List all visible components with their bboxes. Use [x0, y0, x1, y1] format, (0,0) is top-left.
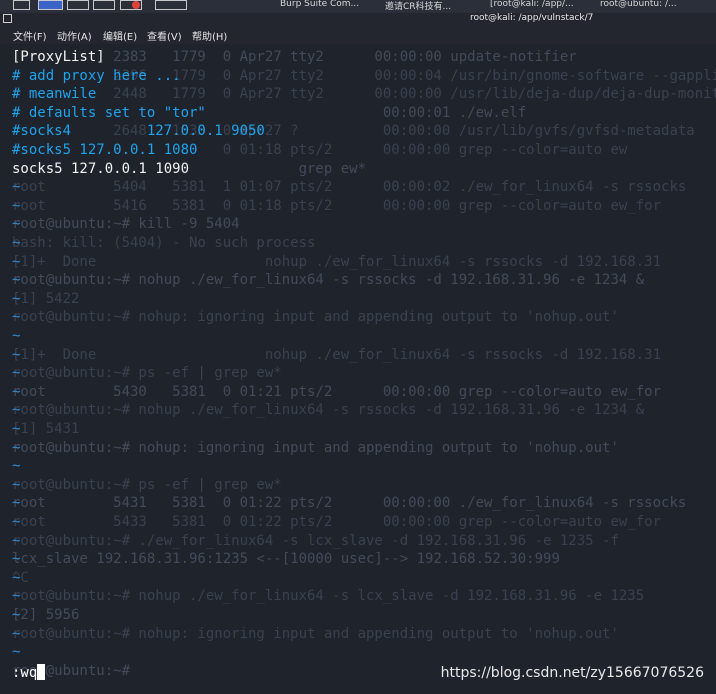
menu-bar: 文件(F) 动作(A) 编辑(E) 查看(V) 帮助(H)	[0, 26, 716, 44]
background-output-line: [1] 5422	[12, 290, 80, 307]
launcher-icon[interactable]	[13, 0, 30, 10]
taskbar-item-ubuntu-terminal[interactable]: root@ubuntu: /...	[600, 0, 677, 9]
editor-line: # defaults set to "tor"	[12, 104, 206, 121]
record-icon	[132, 1, 140, 9]
menu-action[interactable]: 动作(A)	[57, 28, 92, 43]
background-output-line: 2448 1779 0 Apr27 tty2 00:00:00 /usr/lib…	[12, 86, 716, 103]
taskbar-item-kali-terminal[interactable]: [root@kali: /app/...	[490, 0, 574, 9]
empty-line-tilde: ~	[12, 290, 21, 307]
empty-line-tilde: ~	[12, 458, 21, 475]
background-output-line: [1]+ Done nohup ./ew_for_linux64 -s rsso…	[12, 346, 662, 363]
empty-line-tilde: ~	[12, 179, 21, 196]
text-cursor	[37, 664, 46, 680]
empty-line-tilde: ~	[12, 421, 21, 437]
empty-line-tilde: ~	[12, 569, 21, 586]
window-menu-icon[interactable]	[3, 14, 12, 23]
system-taskbar: Burp Suite Com... 邀请CR科技有... [root@kali:…	[0, 0, 716, 13]
empty-line-tilde: ~	[12, 588, 21, 605]
empty-line-tilde: ~	[12, 514, 21, 530]
empty-line-tilde: ~	[12, 476, 21, 493]
editor-line: socks5 127.0.0.1 1090	[12, 160, 190, 177]
background-output-line: root@ubuntu:~# ps -ef | grep ew*	[12, 476, 282, 493]
menu-view[interactable]: 查看(V)	[147, 28, 182, 43]
background-output-line: root@ubuntu:~# nohup: ignoring input and…	[12, 625, 619, 642]
empty-line-tilde: ~	[12, 235, 21, 251]
empty-line-tilde: ~	[12, 644, 21, 661]
taskbar-item-browser[interactable]: 邀请CR科技有...	[385, 0, 451, 12]
background-output-line: root 5404 5381 1 01:07 pts/2 00:00:02 ./…	[12, 179, 687, 196]
empty-line-tilde: ~	[12, 216, 21, 233]
taskbar-item-burp[interactable]: Burp Suite Com...	[280, 0, 359, 9]
background-output-line: root@ubuntu:~# nohup ./ew_for_linux64 -s…	[12, 588, 645, 605]
empty-line-tilde: ~	[12, 309, 21, 326]
empty-line-tilde: ~	[12, 365, 21, 382]
empty-line-tilde: ~	[12, 495, 21, 512]
empty-line-tilde: ~	[12, 532, 21, 549]
editor-line: # add proxy here ...	[12, 67, 181, 84]
empty-line-tilde: ~	[12, 253, 21, 270]
empty-line-tilde: ~	[12, 625, 21, 642]
background-output-line: root@ubuntu:~# nohup: ignoring input and…	[12, 309, 619, 326]
terminal-app-icon[interactable]	[155, 0, 187, 10]
menu-help[interactable]: 帮助(H)	[192, 28, 227, 43]
taskbar-app-icon[interactable]	[93, 0, 115, 10]
empty-line-tilde: ~	[12, 272, 21, 289]
background-output-line: root 5433 5381 0 01:22 pts/2 00:00:00 gr…	[12, 514, 662, 530]
watermark: https://blog.csdn.net/zy15667076526	[440, 665, 704, 681]
menu-file[interactable]: 文件(F)	[13, 28, 47, 43]
editor-line: #socks5 127.0.0.1 1080	[12, 142, 198, 158]
empty-line-tilde: ~	[12, 383, 21, 400]
empty-line-tilde: ~	[12, 402, 21, 419]
editor-line: [ProxyList]	[12, 49, 105, 65]
terminal-view[interactable]: 2383 1779 0 Apr27 tty2 00:00:00 update-n…	[0, 44, 716, 694]
background-output-line: [1]+ Done nohup ./ew_for_linux64 -s rsso…	[12, 253, 662, 270]
empty-line-tilde: ~	[12, 607, 21, 623]
vim-command: :wq	[12, 665, 38, 681]
background-output-line: root@ubuntu:~# ps -ef | grep ew*	[12, 365, 282, 382]
window-title: root@kali: /app/vulnstack/7	[470, 13, 594, 23]
empty-line-tilde: ~	[12, 197, 21, 214]
background-output-line: root@ubuntu:~# nohup ./ew_for_linux64 -s…	[12, 402, 645, 419]
editor-line: # meanwile	[12, 86, 97, 103]
empty-line-tilde: ~	[12, 551, 21, 568]
background-output-line: [2] 5956	[12, 607, 80, 623]
background-output-line: bash: kill: (5404) - No such process	[12, 235, 316, 251]
background-output-line: root@ubuntu:~# nohup: ignoring input and…	[12, 439, 619, 456]
background-output-line: root 5416 5381 0 01:18 pts/2 00:00:00 gr…	[12, 197, 662, 214]
taskbar-app-icon[interactable]	[38, 0, 63, 10]
background-output-line: root@ubuntu:~# nohup ./ew_for_linux64 -s…	[12, 272, 645, 289]
empty-line-tilde: ~	[12, 328, 21, 344]
empty-line-tilde: ~	[12, 346, 21, 363]
background-output-line: root 5430 5381 0 01:21 pts/2 00:00:00 gr…	[12, 383, 662, 400]
menu-edit[interactable]: 编辑(E)	[103, 28, 137, 43]
taskbar-app-icon[interactable]	[67, 0, 89, 10]
background-output-line: lcx_slave 192.168.31.96:1235 <--[10000 u…	[12, 551, 560, 568]
editor-line: #socks4 127.0.0.1 9050	[12, 123, 265, 140]
background-output-line: root@ubuntu:~# ./ew_for_linux64 -s lcx_s…	[12, 532, 619, 549]
empty-line-tilde: ~	[12, 439, 21, 456]
background-output-line: [1] 5431	[12, 421, 80, 437]
window-titlebar: root@kali: /app/vulnstack/7	[0, 13, 716, 26]
background-output-line: root@ubuntu:~# kill -9 5404	[12, 216, 240, 233]
background-output-line: root 5431 5381 0 01:22 pts/2 00:00:00 ./…	[12, 495, 687, 512]
vim-command-line[interactable]: :wq	[12, 664, 46, 682]
